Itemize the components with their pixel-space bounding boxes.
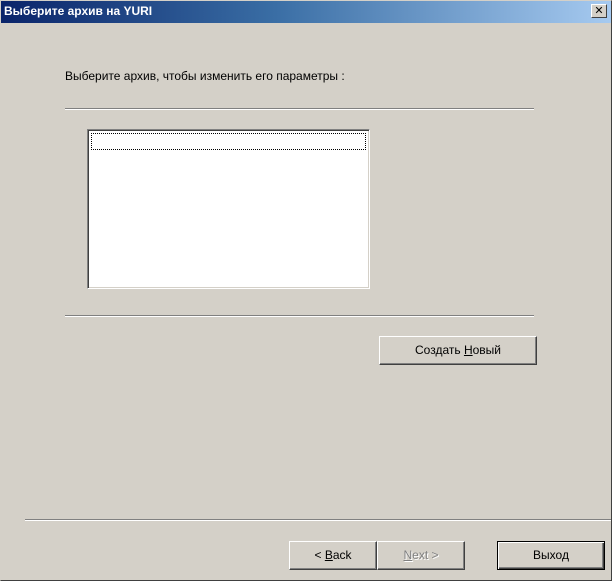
instruction-text: Выберите архив, чтобы изменить его парам… (65, 69, 345, 83)
exit-button[interactable]: Выход (497, 541, 605, 570)
window-title: Выберите архив на YURI (4, 4, 153, 18)
next-button[interactable]: Next > (377, 541, 465, 570)
back-label-rest: ack (332, 548, 352, 562)
create-new-label: Создать (415, 343, 464, 357)
next-mnemonic: N (403, 548, 413, 562)
top-separator (65, 108, 534, 110)
close-button[interactable]: ✕ (591, 4, 607, 18)
list-focus-item[interactable] (91, 133, 366, 150)
archive-listbox[interactable] (87, 129, 370, 289)
bottom-separator (25, 519, 611, 521)
create-new-button[interactable]: Создать Новый (379, 336, 537, 365)
title-bar[interactable]: Выберите архив на YURI ✕ (1, 1, 611, 23)
dialog-window: Выберите архив на YURI ✕ Выберите архив,… (0, 0, 612, 581)
middle-separator (65, 315, 534, 317)
back-mnemonic: B (324, 548, 333, 562)
back-button[interactable]: < Back (289, 541, 377, 570)
back-label: < (314, 548, 325, 562)
close-icon: ✕ (594, 4, 604, 17)
create-new-label-rest: овый (472, 343, 501, 357)
exit-label: Выход (533, 548, 569, 562)
create-new-mnemonic: Н (463, 343, 473, 357)
next-label: ext > (412, 548, 439, 562)
